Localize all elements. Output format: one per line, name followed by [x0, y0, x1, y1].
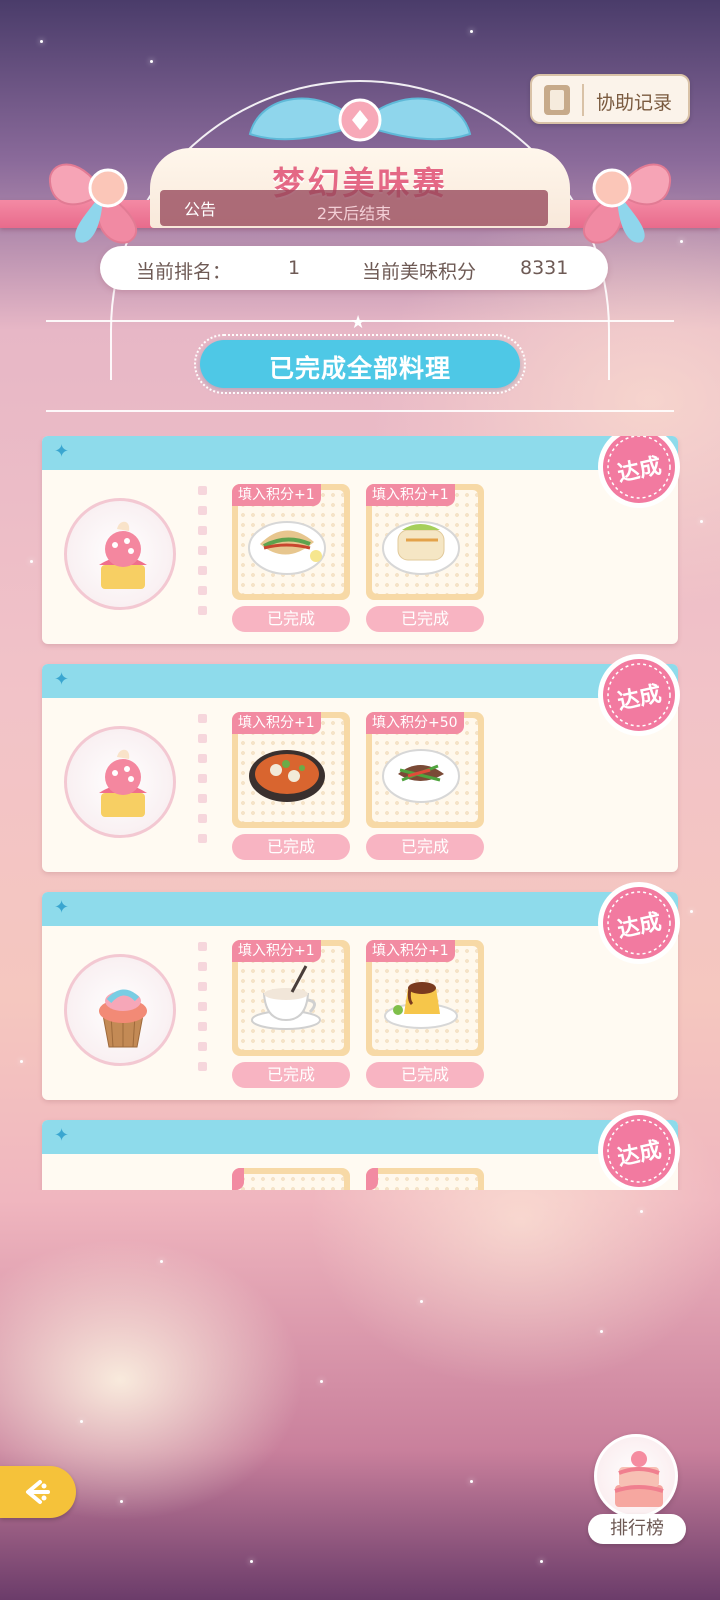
countdown-text: 2天后结束 [316, 204, 392, 223]
pink-cake-icon [99, 521, 147, 589]
recipe-list[interactable]: ✦ 填入积分+1 已完成 填入积分+1 已完成 达成 ✦ 填入积分+1 已完成 … [0, 436, 720, 1190]
dish-slot[interactable] [366, 1168, 484, 1190]
rank-summary: 当前排名： 1 当前美味积分 8331 [100, 246, 608, 290]
dish-score-tag [366, 1168, 378, 1190]
sparkle-icon: ✦ [54, 897, 70, 918]
help-divider [582, 84, 584, 116]
score-label: 当前美味积分 [362, 261, 477, 283]
score-value: 8331 [520, 257, 569, 279]
wrap-dish-icon [382, 521, 460, 575]
dish-status: 已完成 [232, 834, 350, 860]
card-header: ✦ [42, 436, 678, 470]
dessert-reward[interactable] [64, 954, 176, 1066]
sandwich-dish-icon [248, 521, 326, 575]
rank-value: 1 [288, 257, 301, 279]
notice-bar[interactable]: 公告 2天后结束 [160, 190, 548, 226]
dish-status: 已完成 [232, 606, 350, 632]
recipe-card: ✦ 填入积分+1 已完成 [42, 882, 680, 1100]
achieved-badge: 达成 [596, 652, 682, 738]
notebook-icon [544, 85, 570, 115]
dish-status: 已完成 [366, 834, 484, 860]
achieved-badge: 达成 [596, 880, 682, 966]
achieved-badge: 达成 [596, 1108, 682, 1190]
dish-score-tag: 填入积分+1 [232, 940, 321, 962]
dish-score-tag [232, 1168, 244, 1190]
card-header: ✦ [42, 664, 678, 698]
card-header: ✦ [42, 892, 678, 926]
card-header: ✦ [42, 1120, 678, 1154]
dish-slot[interactable]: 填入积分+1 已完成 [232, 484, 350, 632]
completion-banner: 已完成全部料理 [194, 334, 526, 394]
stew-dish-icon [249, 750, 325, 802]
stir-fry-dish-icon [382, 749, 460, 803]
dessert-reward[interactable] [64, 498, 176, 610]
pink-cake-icon [99, 749, 147, 817]
dish-status: 已完成 [366, 606, 484, 632]
dish-status: 已完成 [366, 1062, 484, 1088]
dish-score-tag: 填入积分+1 [232, 712, 321, 734]
dots-column [198, 942, 208, 1072]
divider-star-icon: ★ [350, 312, 367, 333]
dish-status: 已完成 [232, 1062, 350, 1088]
help-record-label: 协助记录 [596, 92, 673, 114]
recipe-card: ✦ 达成 [42, 1110, 680, 1190]
dots-column [198, 714, 208, 844]
sparkle-icon: ✦ [54, 441, 70, 462]
leaderboard-button[interactable]: 排行榜 [582, 1434, 692, 1564]
dish-score-tag: 填入积分+1 [232, 484, 321, 506]
completion-text: 已完成全部料理 [268, 354, 451, 383]
milk-tea-cup-icon [251, 965, 321, 1030]
back-arrow-icon [26, 1480, 50, 1504]
dish-score-tag: 填入积分+1 [366, 940, 455, 962]
dish-slot[interactable]: 填入积分+1 已完成 [232, 940, 350, 1088]
dessert-reward[interactable] [64, 726, 176, 838]
center-bow-icon [248, 97, 472, 142]
pudding-dish-icon [384, 982, 458, 1029]
dish-slot[interactable]: 填入积分+1 已完成 [366, 484, 484, 632]
back-button[interactable] [0, 1466, 76, 1518]
help-record-button[interactable]: 协助记录 [530, 74, 690, 124]
dish-slot[interactable]: 填入积分+1 已完成 [232, 712, 350, 860]
achieved-badge: 达成 [596, 436, 682, 510]
dots-column [198, 486, 208, 616]
leaderboard-label: 排行榜 [588, 1514, 686, 1544]
layered-cake-icon [614, 1451, 664, 1507]
divider-bottom [46, 410, 674, 412]
sparkle-icon: ✦ [54, 1125, 70, 1146]
rank-label: 当前排名： [136, 261, 232, 283]
dish-slot[interactable]: 填入积分+1 已完成 [366, 940, 484, 1088]
recipe-card: ✦ 填入积分+1 已完成 [42, 654, 680, 872]
dish-slot[interactable]: 填入积分+50 已完成 [366, 712, 484, 860]
sparkle-icon: ✦ [54, 669, 70, 690]
recipe-card: ✦ 填入积分+1 已完成 [42, 436, 680, 644]
dish-slot[interactable] [232, 1168, 350, 1190]
cupcake-icon [99, 989, 147, 1048]
dish-score-tag: 填入积分+50 [366, 712, 464, 734]
dish-score-tag: 填入积分+1 [366, 484, 455, 506]
leaderboard-icon-circle [594, 1434, 678, 1518]
